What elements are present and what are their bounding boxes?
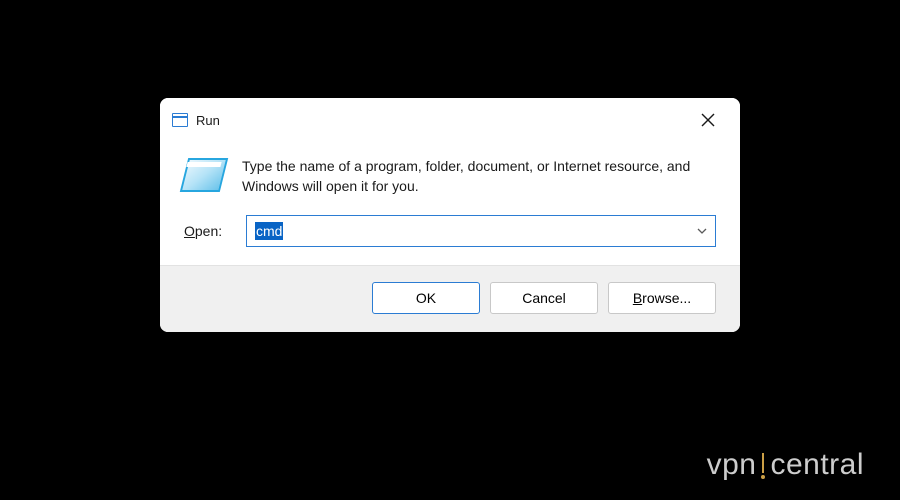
close-icon	[701, 113, 715, 127]
watermark-left: vpn	[707, 448, 757, 482]
dialog-body: Type the name of a program, folder, docu…	[160, 140, 740, 215]
ok-button[interactable]: OK	[372, 282, 480, 314]
dialog-description: Type the name of a program, folder, docu…	[242, 154, 716, 197]
open-label: Open:	[184, 223, 232, 239]
titlebar: Run	[160, 98, 740, 140]
open-input[interactable]	[246, 215, 716, 247]
browse-button[interactable]: Browse...	[608, 282, 716, 314]
run-program-icon	[184, 158, 224, 192]
dialog-footer: OK Cancel Browse...	[160, 265, 740, 332]
title-left: Run	[172, 113, 220, 128]
run-title-icon	[172, 113, 188, 127]
open-row: Open: cmd	[160, 215, 740, 265]
watermark-divider-icon	[759, 453, 767, 479]
open-combobox[interactable]: cmd	[246, 215, 716, 247]
watermark: vpn central	[707, 448, 864, 482]
run-dialog: Run Type the name of a program, folder, …	[160, 98, 740, 332]
dialog-title: Run	[196, 113, 220, 128]
cancel-button[interactable]: Cancel	[490, 282, 598, 314]
watermark-right: central	[770, 448, 864, 482]
close-button[interactable]	[690, 106, 726, 134]
